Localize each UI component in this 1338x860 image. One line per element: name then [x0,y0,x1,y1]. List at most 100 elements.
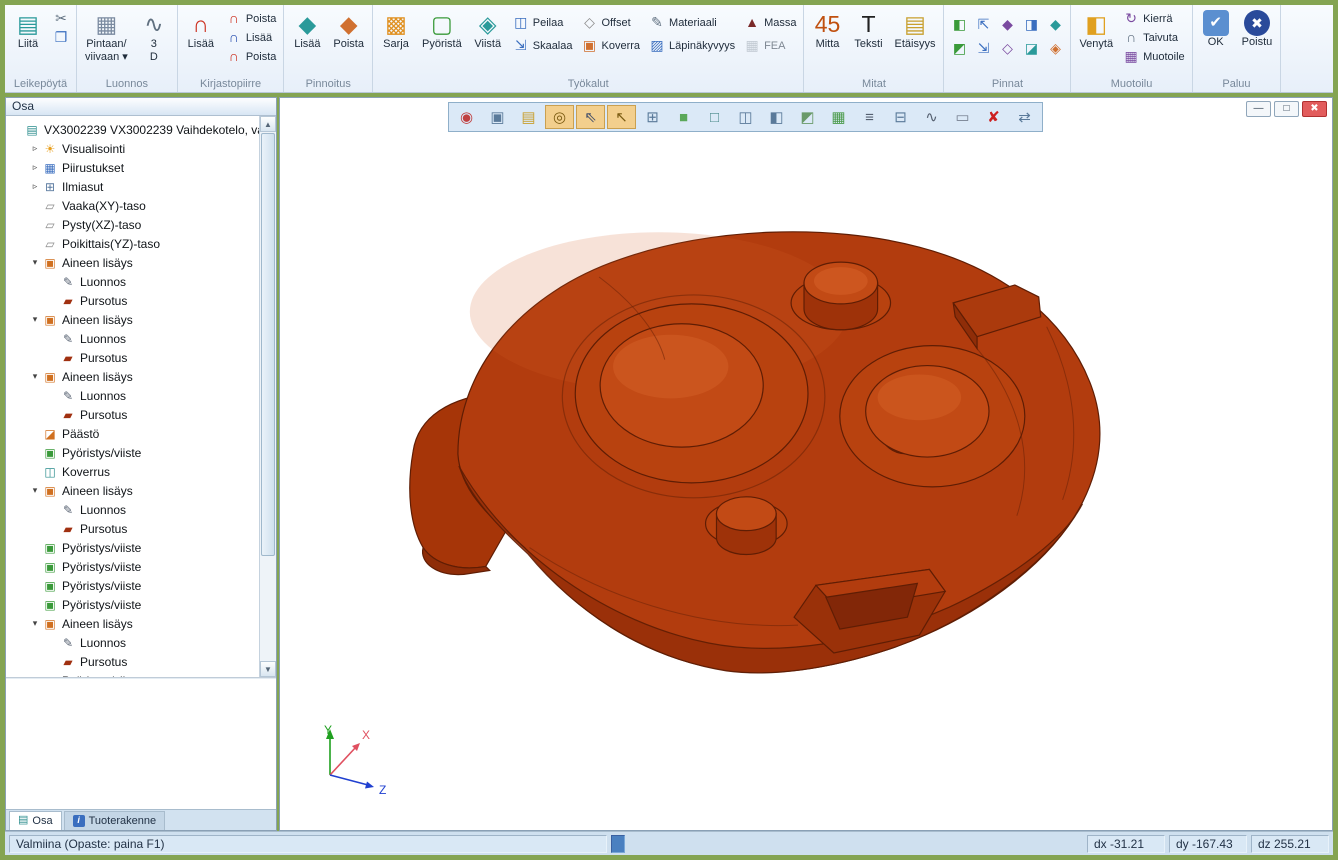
bend-button[interactable]: ∩ Taivuta [1120,29,1188,46]
ruler-icon[interactable]: ▤ [514,105,543,129]
tree-item[interactable]: ✎Luonnos [6,633,259,652]
tree-item[interactable]: ▱Pysty(XZ)-taso [6,215,259,234]
snap-target-icon[interactable]: ◎ [545,105,574,129]
sketch-3d-button[interactable]: ∿ 3 D [135,8,173,66]
expand-arrow-icon[interactable]: ▹ [28,162,42,173]
chamfer-button[interactable]: ◈ Viistä [469,8,507,53]
tree-item[interactable]: ▣Pyöristys/viiste [6,671,259,677]
surface-tool-1-button[interactable]: ◧ [948,14,970,35]
fillet-button[interactable]: ▢ Pyöristä [418,8,466,53]
viewport[interactable]: ◉▣▤◎⇖↖⊞■□◫◧◩▦≡⊟∿▭✘⇄ — □ ✖ [279,97,1333,831]
minimize-button[interactable]: — [1246,101,1271,117]
tree-item[interactable]: ▱Poikittais(YZ)-taso [6,234,259,253]
tree-item[interactable]: ▱Vaaka(XY)-taso [6,196,259,215]
distance-button[interactable]: ▤ Etäisyys [890,8,939,53]
surface-tool-3-button[interactable]: ◆ [996,14,1018,35]
exit-button[interactable]: ✖ Poistu [1238,8,1277,51]
delete-view-icon[interactable]: ✘ [979,105,1008,129]
collapse-arrow-icon[interactable]: ▾ [28,618,42,629]
tree-item[interactable]: ▾▣Aineen lisäys [6,481,259,500]
tree-item[interactable]: ▹⊞Ilmiasut [6,177,259,196]
tree-item[interactable]: ▰Pursotus [6,652,259,671]
cursor-icon[interactable]: ⇖ [576,105,605,129]
tree-item[interactable]: ▾▣Aineen lisäys [6,367,259,386]
tree-item[interactable]: ▣Pyöristys/viiste [6,443,259,462]
collapse-arrow-icon[interactable]: ▾ [28,257,42,268]
tree-item[interactable]: ▣Pyöristys/viiste [6,538,259,557]
collapse-arrow-icon[interactable]: ▾ [28,371,42,382]
shaded-view-icon[interactable]: ■ [669,105,698,129]
wireframe-view-icon[interactable]: □ [700,105,729,129]
curve-icon[interactable]: ∿ [917,105,946,129]
tree-item[interactable]: ▣Pyöristys/viiste [6,595,259,614]
pin-icon[interactable]: ◉ [452,105,481,129]
tab-tuoterakenne[interactable]: i Tuoterakenne [64,811,165,830]
tree-item[interactable]: ✎Luonnos [6,329,259,348]
solid-view-icon[interactable]: ◩ [793,105,822,129]
library-add-button[interactable]: ∩ Lisää [182,8,220,53]
printer-icon[interactable]: ▭ [948,105,977,129]
pick-face-icon[interactable]: ⊞ [638,105,667,129]
model-3d-view[interactable] [280,98,1332,830]
tree-scrollbar[interactable]: ▲ ▼ [259,116,276,677]
measure-button[interactable]: 45 Mitta [808,8,846,53]
paste-button[interactable]: ▤ Liitä [9,8,47,53]
collapse-arrow-icon[interactable]: ▾ [28,485,42,496]
scroll-up-button[interactable]: ▲ [260,116,276,132]
tree-item[interactable]: ▣Pyöristys/viiste [6,557,259,576]
tree-item[interactable]: ▾▣Aineen lisäys [6,310,259,329]
coating-add-button[interactable]: ◆ Lisää [288,8,326,53]
tree-item[interactable]: ▹▦Piirustukset [6,158,259,177]
tree-item[interactable]: ▾▣Aineen lisäys [6,614,259,633]
copy-button[interactable]: ❐ [50,29,72,46]
hidden-line-view-icon[interactable]: ◫ [731,105,760,129]
tree-item[interactable]: ◪Päästö [6,424,259,443]
surface-tool-6-button[interactable]: ◩ [948,38,970,59]
ok-button[interactable]: ✔ OK [1197,8,1235,51]
tree-item[interactable]: ▰Pursotus [6,291,259,310]
close-button[interactable]: ✖ [1302,101,1327,117]
tree-item[interactable]: ▤VX3002239 VX3002239 Vaihdekotelo, valu [6,120,259,139]
tree-item[interactable]: ✎Luonnos [6,500,259,519]
tree-item[interactable]: ▣Pyöristys/viiste [6,576,259,595]
half-shaded-view-icon[interactable]: ◧ [762,105,791,129]
mesh-view-icon[interactable]: ▦ [824,105,853,129]
offset-button[interactable]: ◇ Offset [579,14,644,31]
frame-select-icon[interactable]: ▣ [483,105,512,129]
scrollbar-track[interactable] [260,132,276,661]
tree-item[interactable]: ◫Koverrus [6,462,259,481]
library-remove-2-button[interactable]: ∩ Poista [223,48,280,65]
list-icon[interactable]: ≡ [855,105,884,129]
library-add-2-button[interactable]: ∩ Lisää [223,29,280,46]
scroll-down-button[interactable]: ▼ [260,661,276,677]
cursor-select-icon[interactable]: ↖ [607,105,636,129]
surface-tool-7-button[interactable]: ⇲ [972,38,994,59]
collapse-arrow-icon[interactable]: ▾ [28,314,42,325]
stretch-button[interactable]: ◧ Venytä [1075,8,1117,53]
tree-item[interactable]: ▹☀Visualisointi [6,139,259,158]
surface-tool-10-button[interactable]: ◈ [1044,38,1066,59]
material-button[interactable]: ✎ Materiaali [646,14,738,31]
tree-item[interactable]: ▾▣Aineen lisäys [6,253,259,272]
library-remove-1-button[interactable]: ∩ Poista [223,10,280,27]
text-button[interactable]: T Teksti [849,8,887,53]
twist-button[interactable]: ↻ Kierrä [1120,10,1188,27]
tree-item[interactable]: ✎Luonnos [6,272,259,291]
surface-tool-5-button[interactable]: ◆ [1044,14,1066,35]
scale-button[interactable]: ⇲ Skaalaa [510,37,576,54]
cut-button[interactable]: ✂ [50,10,72,27]
surface-tool-8-button[interactable]: ◇ [996,38,1018,59]
sketch-on-face-button[interactable]: ▦ Pintaan/ viivaan ▾ [81,8,132,66]
section-view-icon[interactable]: ⊟ [886,105,915,129]
tree-item[interactable]: ▰Pursotus [6,519,259,538]
transparency-button[interactable]: ▨ Läpinäkyvyys [646,37,738,54]
surface-tool-9-button[interactable]: ◪ [1020,38,1042,59]
pattern-button[interactable]: ▩ Sarja [377,8,415,53]
tree-item[interactable]: ▰Pursotus [6,405,259,424]
maximize-button[interactable]: □ [1274,101,1299,117]
surface-tool-4-button[interactable]: ◨ [1020,14,1042,35]
surface-tool-2-button[interactable]: ⇱ [972,14,994,35]
mirror-button[interactable]: ◫ Peilaa [510,14,576,31]
expand-arrow-icon[interactable]: ▹ [28,143,42,154]
scrollbar-thumb[interactable] [261,133,275,556]
